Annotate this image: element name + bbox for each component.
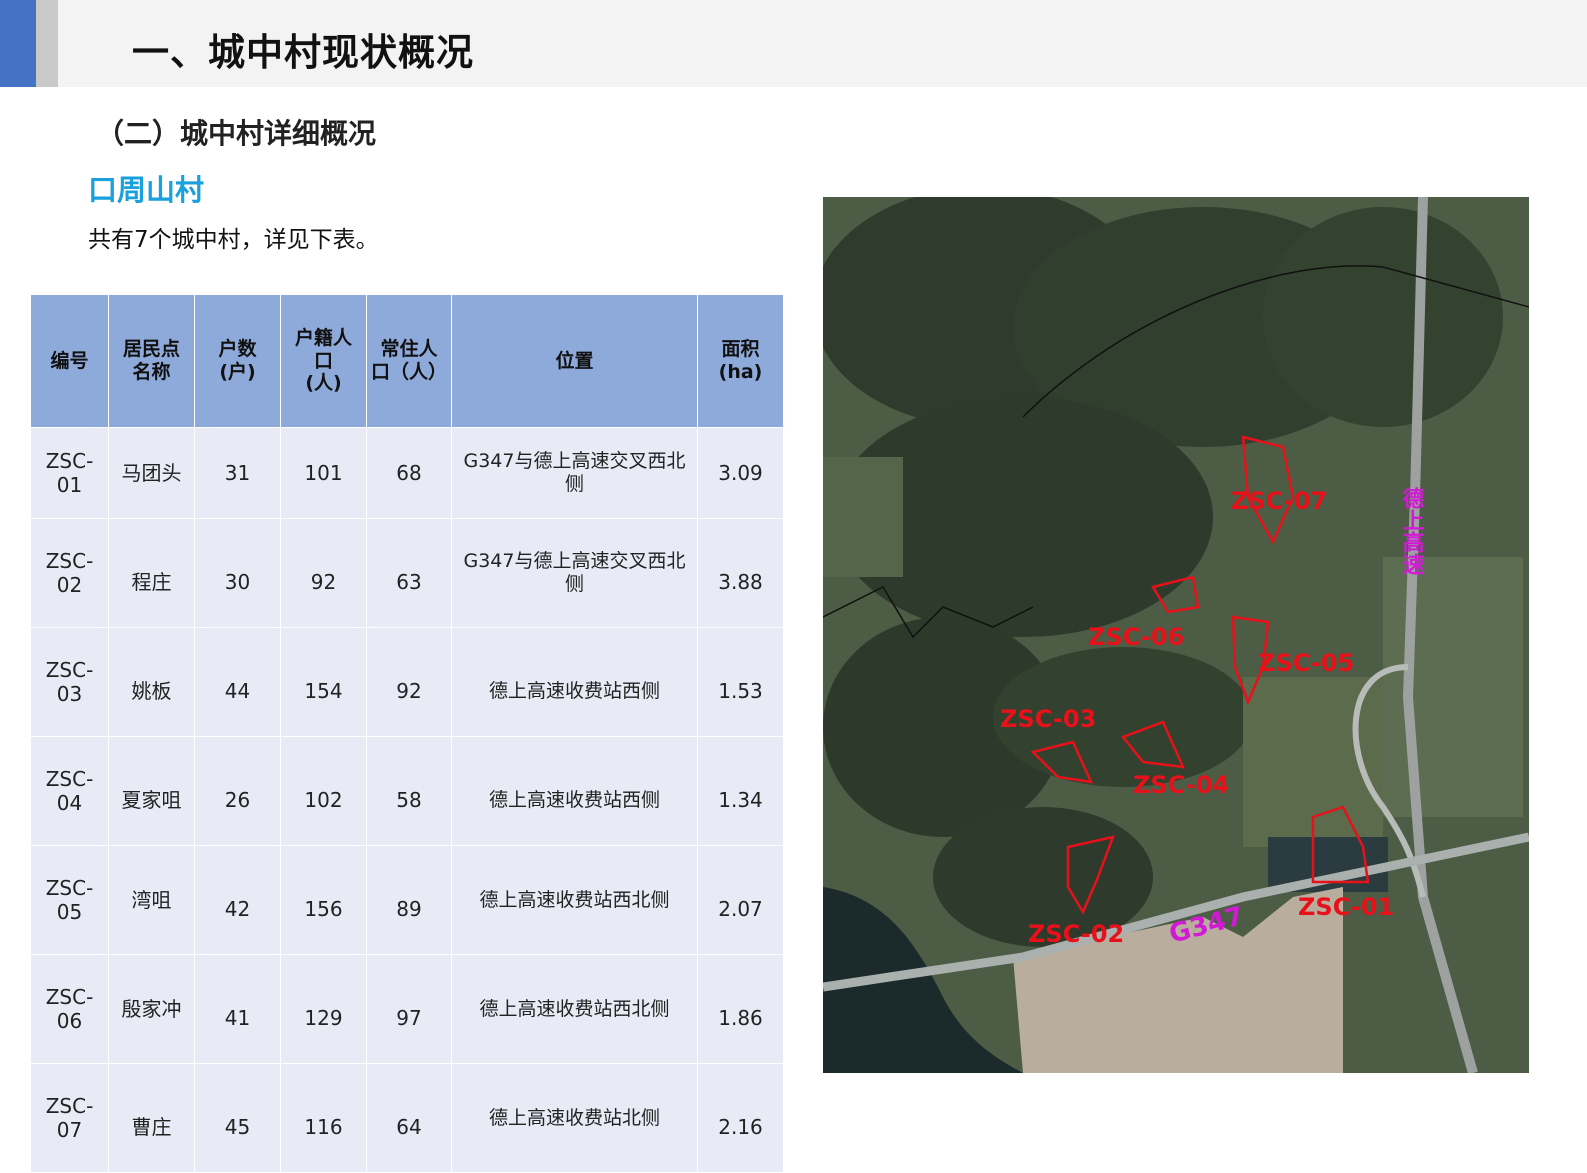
cell-area: 2.16 bbox=[697, 1063, 784, 1173]
cell-registered: 102 bbox=[280, 736, 367, 846]
cell-id: ZSC- 07 bbox=[30, 1063, 109, 1173]
cell-id: ZSC- 03 bbox=[30, 627, 109, 737]
table-header-row: 编号 居民点 名称 户数 (户) 户籍人口 (人) 常住人 口（人） 位置 面积 (ha) bbox=[30, 294, 784, 428]
cell-area: 3.88 bbox=[697, 518, 784, 628]
cell-registered: 92 bbox=[280, 518, 367, 628]
cell-name: 夏家咀 bbox=[108, 736, 195, 846]
table-row: ZSC- 06 殷家冲 41 129 97 德上高速收费站西北侧 1.86 bbox=[30, 954, 784, 1064]
cell-area: 2.07 bbox=[697, 845, 784, 955]
cell-registered: 156 bbox=[280, 845, 367, 955]
cell-registered: 116 bbox=[280, 1063, 367, 1173]
header-id: 编号 bbox=[30, 294, 109, 428]
section-title: （二）城中村详细概况 bbox=[96, 117, 377, 150]
cell-registered: 101 bbox=[280, 427, 367, 519]
cell-area: 1.86 bbox=[697, 954, 784, 1064]
cell-name: 湾咀 bbox=[108, 845, 195, 955]
table-row: ZSC- 02 程庄 30 92 63 G347与德上高速交叉西北侧 3.88 bbox=[30, 518, 784, 628]
header-accent-bar bbox=[0, 0, 36, 87]
cell-id: ZSC- 01 bbox=[30, 427, 109, 519]
cell-location: 德上高速收费站西侧 bbox=[451, 736, 698, 846]
header-households: 户数 (户) bbox=[194, 294, 281, 428]
cell-households: 44 bbox=[194, 627, 281, 737]
header-name: 居民点 名称 bbox=[108, 294, 195, 428]
village-table: 编号 居民点 名称 户数 (户) 户籍人口 (人) 常住人 口（人） 位置 面积 (ha)… bbox=[30, 294, 784, 1173]
header-registered-population: 户籍人口 (人) bbox=[280, 294, 367, 428]
cell-registered: 154 bbox=[280, 627, 367, 737]
village-title: 口周山村 bbox=[88, 173, 205, 207]
cell-households: 26 bbox=[194, 736, 281, 846]
forest-hill bbox=[1263, 207, 1503, 427]
cell-area: 1.53 bbox=[697, 627, 784, 737]
intro-text: 共有7个城中村，详见下表。 bbox=[88, 227, 379, 253]
header-location: 位置 bbox=[451, 294, 698, 428]
cell-location: 德上高速收费站西北侧 bbox=[451, 845, 698, 955]
cell-location: 德上高速收费站西侧 bbox=[451, 627, 698, 737]
header-area: 面积 (ha) bbox=[697, 294, 784, 428]
cell-resident: 89 bbox=[366, 845, 452, 955]
cell-name: 曹庄 bbox=[108, 1063, 195, 1173]
cell-resident: 63 bbox=[366, 518, 452, 628]
cell-households: 31 bbox=[194, 427, 281, 519]
cell-resident: 64 bbox=[366, 1063, 452, 1173]
cell-location: G347与德上高速交叉西北侧 bbox=[451, 518, 698, 628]
cell-households: 30 bbox=[194, 518, 281, 628]
map-label-zsc-07: ZSC-07 bbox=[1231, 487, 1327, 515]
cell-resident: 58 bbox=[366, 736, 452, 846]
cell-households: 45 bbox=[194, 1063, 281, 1173]
cell-registered: 129 bbox=[280, 954, 367, 1064]
cell-id: ZSC- 06 bbox=[30, 954, 109, 1064]
table-row: ZSC- 01 马团头 31 101 68 G347与德上高速交叉西北侧 3.09 bbox=[30, 427, 784, 519]
cell-resident: 68 bbox=[366, 427, 452, 519]
map-label-zsc-03: ZSC-03 bbox=[1000, 705, 1096, 733]
cell-name: 姚板 bbox=[108, 627, 195, 737]
cell-resident: 92 bbox=[366, 627, 452, 737]
map-label-zsc-05: ZSC-05 bbox=[1258, 649, 1354, 677]
cell-households: 41 bbox=[194, 954, 281, 1064]
table-row: ZSC- 04 夏家咀 26 102 58 德上高速收费站西侧 1.34 bbox=[30, 736, 784, 846]
map-label-zsc-04: ZSC-04 bbox=[1133, 771, 1229, 799]
satellite-map: ZSC-01 ZSC-02 ZSC-03 ZSC-04 ZSC-05 ZSC-0… bbox=[823, 197, 1529, 1073]
cell-resident: 97 bbox=[366, 954, 452, 1064]
cell-id: ZSC- 02 bbox=[30, 518, 109, 628]
map-label-expressway: 德上高速 bbox=[1399, 486, 1425, 575]
cell-name: 马团头 bbox=[108, 427, 195, 519]
cell-area: 3.09 bbox=[697, 427, 784, 519]
farmland bbox=[823, 457, 903, 577]
cell-area: 1.34 bbox=[697, 736, 784, 846]
map-label-zsc-06: ZSC-06 bbox=[1088, 623, 1184, 651]
cell-id: ZSC- 05 bbox=[30, 845, 109, 955]
map-label-zsc-01: ZSC-01 bbox=[1298, 893, 1394, 921]
cell-id: ZSC- 04 bbox=[30, 736, 109, 846]
cell-households: 42 bbox=[194, 845, 281, 955]
header-accent-bar-secondary bbox=[36, 0, 58, 87]
cell-name: 程庄 bbox=[108, 518, 195, 628]
cell-location: G347与德上高速交叉西北侧 bbox=[451, 427, 698, 519]
header-resident-population: 常住人 口（人） bbox=[366, 294, 452, 428]
table-row: ZSC- 05 湾咀 42 156 89 德上高速收费站西北侧 2.07 bbox=[30, 845, 784, 955]
cell-name: 殷家冲 bbox=[108, 954, 195, 1064]
cell-location: 德上高速收费站西北侧 bbox=[451, 954, 698, 1064]
table-row: ZSC- 07 曹庄 45 116 64 德上高速收费站北侧 2.16 bbox=[30, 1063, 784, 1173]
map-label-zsc-02: ZSC-02 bbox=[1028, 920, 1124, 948]
page-title: 一、城中村现状概况 bbox=[132, 31, 474, 74]
table-row: ZSC- 03 姚板 44 154 92 德上高速收费站西侧 1.53 bbox=[30, 627, 784, 737]
cell-location: 德上高速收费站北侧 bbox=[451, 1063, 698, 1173]
